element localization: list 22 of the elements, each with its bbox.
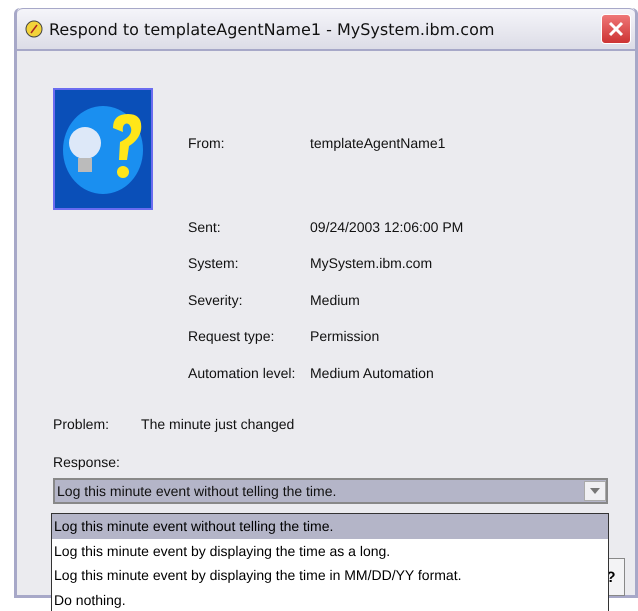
field-label: Automation level: <box>188 364 296 383</box>
close-button[interactable] <box>601 14 631 44</box>
clock-icon <box>25 20 43 38</box>
response-label: Response: <box>53 454 121 470</box>
field-value: Medium <box>310 292 361 310</box>
close-icon[interactable] <box>607 20 625 38</box>
field-value: 09/24/2003 12:06:00 PM <box>310 218 464 237</box>
problem-label: Problem: <box>53 416 110 432</box>
field-value: MySystem.ibm.com <box>310 255 434 274</box>
dropdown-option[interactable]: Log this minute event without telling the time. <box>52 514 608 538</box>
field-label: Request type: <box>188 328 276 346</box>
field-label: From: <box>188 135 226 153</box>
field-label: System: <box>188 255 240 274</box>
lightbulb-question-icon <box>53 88 153 210</box>
field-value: Medium Automation <box>310 364 435 383</box>
response-dropdown[interactable]: Log this minute event without telling the time. <box>53 478 608 504</box>
field-value: templateAgentName1 <box>310 135 446 153</box>
window-title: Respond to templateAgentName1 - MySystem.ibm.com <box>49 20 496 38</box>
field-label: Sent: <box>188 218 222 237</box>
field-value: Permission <box>310 328 380 346</box>
problem-text: The minute just changed <box>141 416 294 432</box>
field-label: Severity: <box>188 292 244 310</box>
